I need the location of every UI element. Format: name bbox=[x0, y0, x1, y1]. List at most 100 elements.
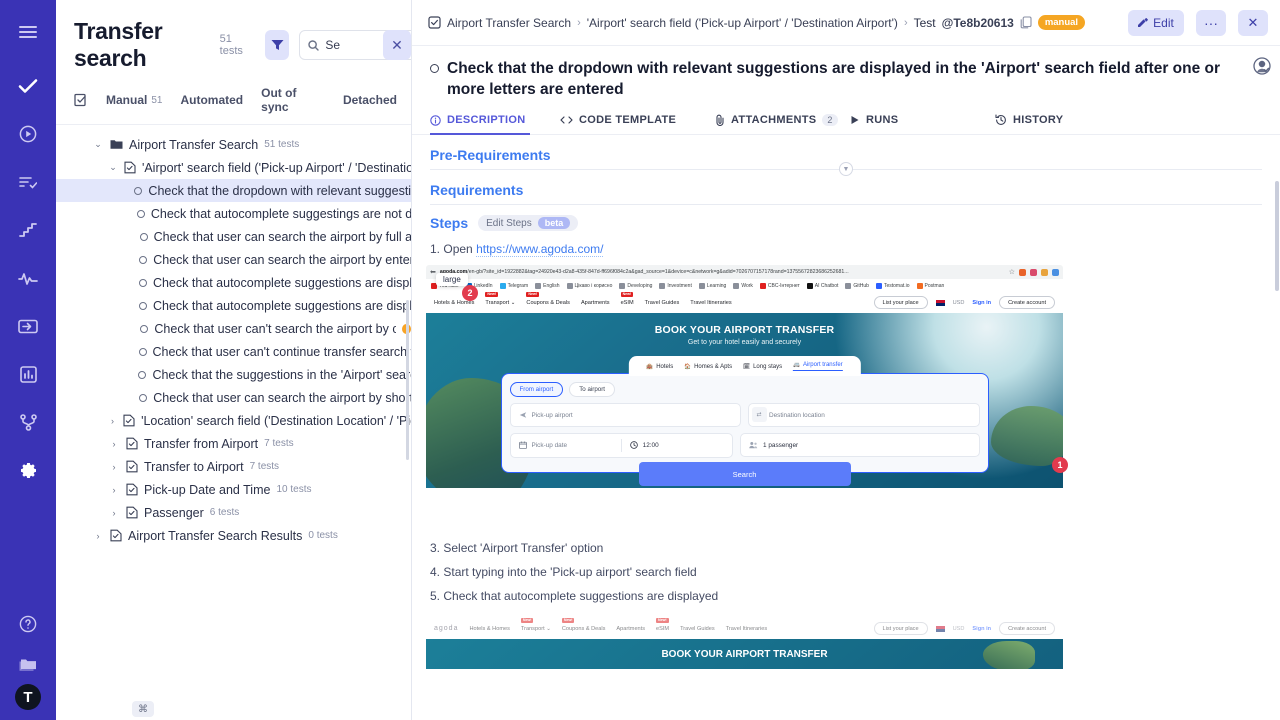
tab-detached[interactable]: Detached bbox=[343, 93, 397, 107]
flag-icon[interactable] bbox=[936, 626, 945, 632]
browser-url[interactable]: agoda.com/en-gb/?site_id=1922882&tag=249… bbox=[440, 269, 1005, 275]
pulse-icon[interactable] bbox=[0, 258, 56, 298]
ext-icon-3[interactable] bbox=[1041, 269, 1048, 276]
chevron-down-icon[interactable]: ▼ bbox=[839, 162, 853, 176]
tree-row[interactable]: ⌄Airport Transfer Search51 tests bbox=[56, 133, 411, 156]
create-account-button[interactable]: Create account bbox=[999, 622, 1055, 635]
tree-chevron-icon[interactable]: › bbox=[108, 485, 120, 495]
gear-icon[interactable] bbox=[0, 450, 56, 490]
tree-row[interactable]: Check that user can search the airport b… bbox=[56, 386, 411, 409]
site-nav-item[interactable]: Travel Guides bbox=[645, 300, 680, 306]
play-circle-icon[interactable] bbox=[0, 114, 56, 154]
passenger-input[interactable]: 1 passenger bbox=[740, 433, 980, 457]
ext-icon-1[interactable] bbox=[1019, 269, 1026, 276]
ext-icon-4[interactable] bbox=[1052, 269, 1059, 276]
bookmark-item[interactable]: Postman bbox=[917, 283, 945, 289]
tree-row[interactable]: Check that the suggestions in the 'Airpo… bbox=[56, 363, 411, 386]
site-nav-item[interactable]: New!Coupons & Deals bbox=[526, 300, 570, 306]
bar-chart-icon[interactable] bbox=[0, 354, 56, 394]
bookmark-star-icon[interactable]: ☆ bbox=[1009, 268, 1015, 276]
sign-in-link[interactable]: Sign in bbox=[972, 626, 991, 632]
tree-chevron-icon[interactable]: › bbox=[108, 416, 117, 426]
swap-locations-icon[interactable]: ⇄ bbox=[752, 407, 767, 422]
ext-icon-2[interactable] bbox=[1030, 269, 1037, 276]
tab-description[interactable]: DESCRIPTION bbox=[430, 114, 560, 134]
agoda-link[interactable]: https://www.agoda.com/ bbox=[476, 242, 603, 257]
breadcrumb-root[interactable]: Airport Transfer Search bbox=[447, 16, 571, 30]
chip-from-airport[interactable]: From airport bbox=[510, 382, 564, 397]
edit-steps-button[interactable]: Edit Steps beta bbox=[478, 215, 578, 231]
tree-row[interactable]: ›'Location' search field ('Destination L… bbox=[56, 409, 411, 432]
bookmark-item[interactable]: Цікаво і корисно bbox=[567, 283, 613, 289]
tab-runs[interactable]: RUNS bbox=[850, 114, 995, 134]
annotation-marker-2[interactable]: 2 bbox=[462, 285, 478, 301]
select-all-icon[interactable] bbox=[74, 93, 88, 107]
tree-row[interactable]: Check that user can't continue transfer … bbox=[56, 340, 411, 363]
more-options-button[interactable]: ··· bbox=[1196, 10, 1226, 36]
tree-row[interactable]: ›Transfer from Airport7 tests bbox=[56, 432, 411, 455]
pickup-airport-input[interactable]: Pick-up airport bbox=[510, 403, 742, 427]
site-nav-item[interactable]: Travel Itineraries bbox=[726, 626, 767, 632]
bookmark-item[interactable]: Developing bbox=[619, 283, 652, 289]
site-nav-item[interactable]: New!Transport ⌄ bbox=[521, 626, 551, 632]
check-icon[interactable] bbox=[0, 66, 56, 106]
create-account-button[interactable]: Create account bbox=[999, 296, 1055, 309]
bookmark-item[interactable]: Testomat.io bbox=[876, 283, 910, 289]
bookmark-item[interactable]: CBC-Інтернет bbox=[760, 283, 800, 289]
bookmark-item[interactable]: English bbox=[535, 283, 559, 289]
tree-chevron-icon[interactable]: › bbox=[108, 508, 120, 518]
site-nav-item[interactable]: New!eSIM bbox=[621, 300, 634, 306]
site-nav-item[interactable]: New!eSIM bbox=[656, 626, 669, 632]
currency-label[interactable]: USD bbox=[953, 300, 965, 306]
flag-icon[interactable] bbox=[936, 300, 945, 306]
currency-label[interactable]: USD bbox=[953, 626, 965, 632]
list-check-icon[interactable] bbox=[0, 162, 56, 202]
list-scrollbar[interactable] bbox=[406, 300, 409, 460]
pickup-date-input[interactable]: Pick-up date bbox=[511, 434, 621, 457]
tree-row[interactable]: ›Transfer to Airport7 tests bbox=[56, 455, 411, 478]
search-input[interactable] bbox=[325, 38, 385, 52]
command-key-button[interactable]: ⌘ bbox=[132, 701, 154, 717]
sign-in-link[interactable]: Sign in bbox=[972, 300, 991, 306]
tree-row[interactable]: Check that user can't search the airport… bbox=[56, 317, 411, 340]
tree-chevron-icon[interactable]: ⌄ bbox=[108, 162, 118, 173]
tree-chevron-icon[interactable]: › bbox=[108, 462, 120, 472]
tree-row[interactable]: ›Pick-up Date and Time10 tests bbox=[56, 478, 411, 501]
agoda-logo[interactable]: agoda bbox=[434, 625, 458, 632]
tree-chevron-icon[interactable]: › bbox=[92, 531, 104, 541]
bookmark-item[interactable]: Telegram bbox=[500, 283, 529, 289]
destination-location-input[interactable]: Destination location bbox=[748, 403, 980, 427]
tree-chevron-icon[interactable]: ⌄ bbox=[92, 139, 104, 150]
site-nav-item[interactable]: New!Coupons & Deals bbox=[562, 626, 606, 632]
hero-segment-homes-apts[interactable]: 🏠Homes & Apts bbox=[684, 364, 732, 370]
help-icon[interactable] bbox=[0, 604, 56, 644]
tree-row[interactable]: Check that user can search the airport b… bbox=[56, 248, 411, 271]
site-nav-item[interactable]: New!Transport ⌄ bbox=[485, 300, 515, 306]
bookmark-item[interactable]: GitHub bbox=[845, 283, 869, 289]
tree-row[interactable]: ⌄'Airport' search field ('Pick-up Airpor… bbox=[56, 156, 411, 179]
hero-segment-long-stays[interactable]: 🗓Long stays bbox=[743, 364, 782, 370]
site-nav-item[interactable]: Apartments bbox=[616, 626, 645, 632]
filter-icon[interactable] bbox=[265, 30, 289, 60]
app-logo[interactable]: T bbox=[15, 684, 41, 710]
hero-segment-hotels[interactable]: 🏨Hotels bbox=[646, 364, 673, 370]
tree-row[interactable]: Check that autocomplete suggestings are … bbox=[56, 202, 411, 225]
tab-manual[interactable]: Manual 51 bbox=[106, 93, 162, 107]
copy-icon[interactable] bbox=[1020, 16, 1032, 29]
breadcrumb-section[interactable]: 'Airport' search field ('Pick-up Airport… bbox=[587, 16, 898, 30]
hero-segment-airport-transfer[interactable]: 🚐Airport transfer bbox=[793, 362, 843, 371]
pickup-time-input[interactable]: 12:00 bbox=[622, 434, 732, 457]
tab-attachments[interactable]: ATTACHMENTS2 bbox=[715, 114, 850, 134]
step-screenshot-2[interactable]: agodaHotels & HomesNew!Transport ⌄New!Co… bbox=[426, 618, 1063, 669]
bookmark-item[interactable]: Work bbox=[733, 283, 753, 289]
assignee-avatar-icon[interactable] bbox=[1252, 56, 1272, 76]
annotation-marker-1[interactable]: 1 bbox=[1052, 457, 1068, 473]
steps-icon[interactable] bbox=[0, 210, 56, 250]
edit-button[interactable]: Edit bbox=[1128, 10, 1184, 36]
folder-icon[interactable] bbox=[0, 644, 56, 684]
tab-out-of-sync[interactable]: Out of sync bbox=[261, 86, 325, 114]
list-your-place-button[interactable]: List your place bbox=[874, 622, 928, 635]
tab-code-template[interactable]: CODE TEMPLATE bbox=[560, 114, 715, 134]
site-nav-item[interactable]: Travel Guides bbox=[680, 626, 715, 632]
list-your-place-button[interactable]: List your place bbox=[874, 296, 928, 309]
